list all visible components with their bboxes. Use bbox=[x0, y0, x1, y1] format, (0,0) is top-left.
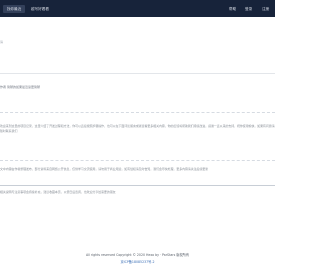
article-paragraph: 相关说明与注意事项会持续补充，建议收藏本页，以便日后查阅，也欢迎分享给需要的朋友 bbox=[0, 190, 116, 194]
comment-input-area[interactable]: 请 bbox=[0, 36, 275, 74]
nav-item-active[interactable]: 找你最近 bbox=[3, 5, 25, 13]
footer-copyright: All rights reserved Copyright © 2020 Hex… bbox=[85, 253, 190, 257]
nav-item-2[interactable]: 越写好看看 bbox=[31, 5, 49, 13]
top-navbar: 找你最近 越写好看看 帮助 登录 注册 bbox=[0, 0, 275, 17]
nav-item-login[interactable]: 登录 bbox=[245, 5, 252, 13]
article-paragraph: 文中内容由作者整理发布，部分资料来自网络公开信息，仅供学习交流使用，请勿用于商业… bbox=[0, 167, 209, 171]
divider bbox=[0, 112, 275, 113]
nav-item-register[interactable]: 注册 bbox=[262, 5, 269, 13]
footer-icp-link[interactable]: 京ICP备18085237号-2 bbox=[0, 259, 275, 264]
input-placeholder: 请 bbox=[0, 40, 4, 44]
divider bbox=[0, 185, 275, 186]
nav-item-help[interactable]: 帮助 bbox=[229, 5, 236, 13]
article-paragraph: 欢迎来到这里的项目记录，这里介绍了开发过程和方法，你可以直接按照步骤操作，也可以… bbox=[0, 124, 275, 134]
author-meta: 作者 简陋的如果最近读更简陋 bbox=[0, 85, 40, 89]
divider bbox=[0, 160, 275, 161]
